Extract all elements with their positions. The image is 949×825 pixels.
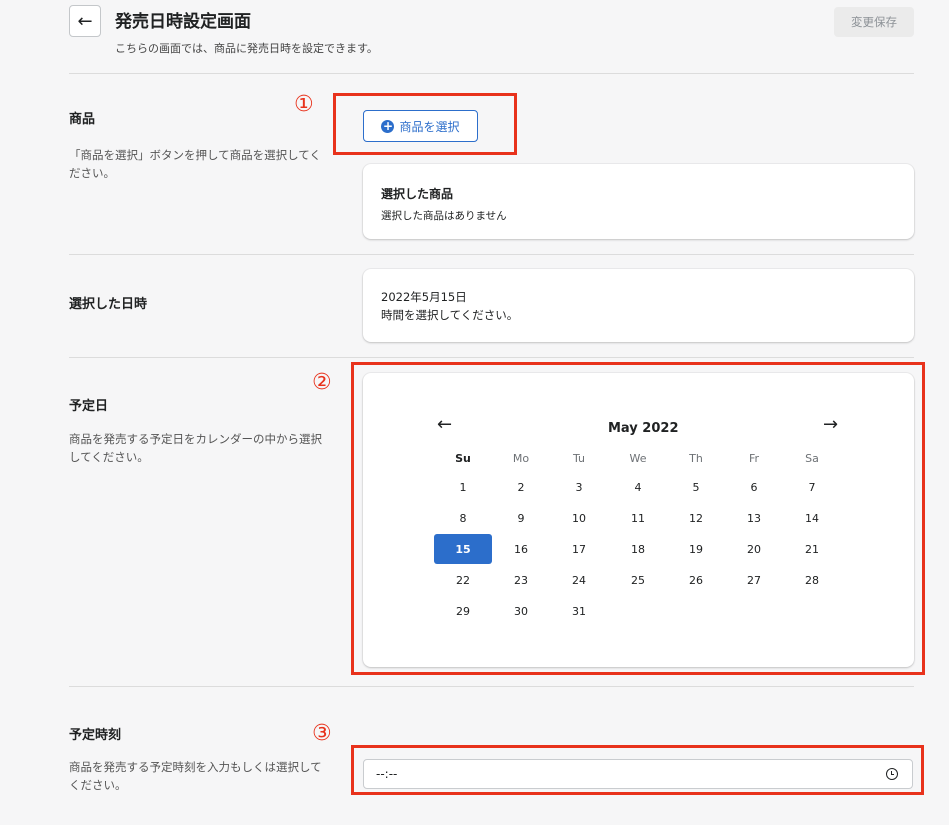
- time-section-desc: 商品を発売する予定時刻を入力もしくは選択してください。: [69, 760, 322, 792]
- selected-datetime-title: 選択した日時: [69, 297, 148, 312]
- back-button[interactable]: ←: [69, 5, 101, 37]
- highlight-box-2: [351, 362, 925, 675]
- selected-product-text: 選択した商品はありません: [381, 210, 507, 222]
- marker-3: ③: [312, 721, 332, 746]
- selected-date-text: 2022年5月15日: [381, 290, 467, 304]
- save-button[interactable]: 変更保存: [834, 7, 914, 37]
- date-section-desc: 商品を発売する予定日をカレンダーの中から選択してください。: [69, 432, 322, 464]
- page-subtitle: こちらの画面では、商品に発売日時を設定できます。: [115, 42, 378, 55]
- marker-2: ②: [312, 370, 332, 395]
- product-section-desc: 「商品を選択」ボタンを押して商品を選択してください。: [69, 148, 321, 180]
- selected-time-text: 時間を選択してください。: [381, 308, 519, 322]
- selected-datetime-card: 2022年5月15日 時間を選択してください。: [363, 269, 914, 342]
- selected-product-title: 選択した商品: [381, 187, 454, 201]
- product-section-title: 商品: [69, 112, 96, 127]
- marker-1: ①: [294, 92, 314, 117]
- highlight-box-3: [351, 745, 924, 795]
- page-title: 発売日時設定画面: [115, 12, 251, 32]
- time-section-title: 予定時刻: [69, 728, 122, 743]
- date-section-title: 予定日: [69, 399, 109, 414]
- selected-product-card: 選択した商品 選択した商品はありません: [363, 164, 914, 239]
- highlight-box-1: [333, 93, 517, 155]
- arrow-left-icon: ←: [77, 10, 93, 32]
- page-header: ← 発売日時設定画面 こちらの画面では、商品に発売日時を設定できます。 変更保存: [69, 0, 914, 74]
